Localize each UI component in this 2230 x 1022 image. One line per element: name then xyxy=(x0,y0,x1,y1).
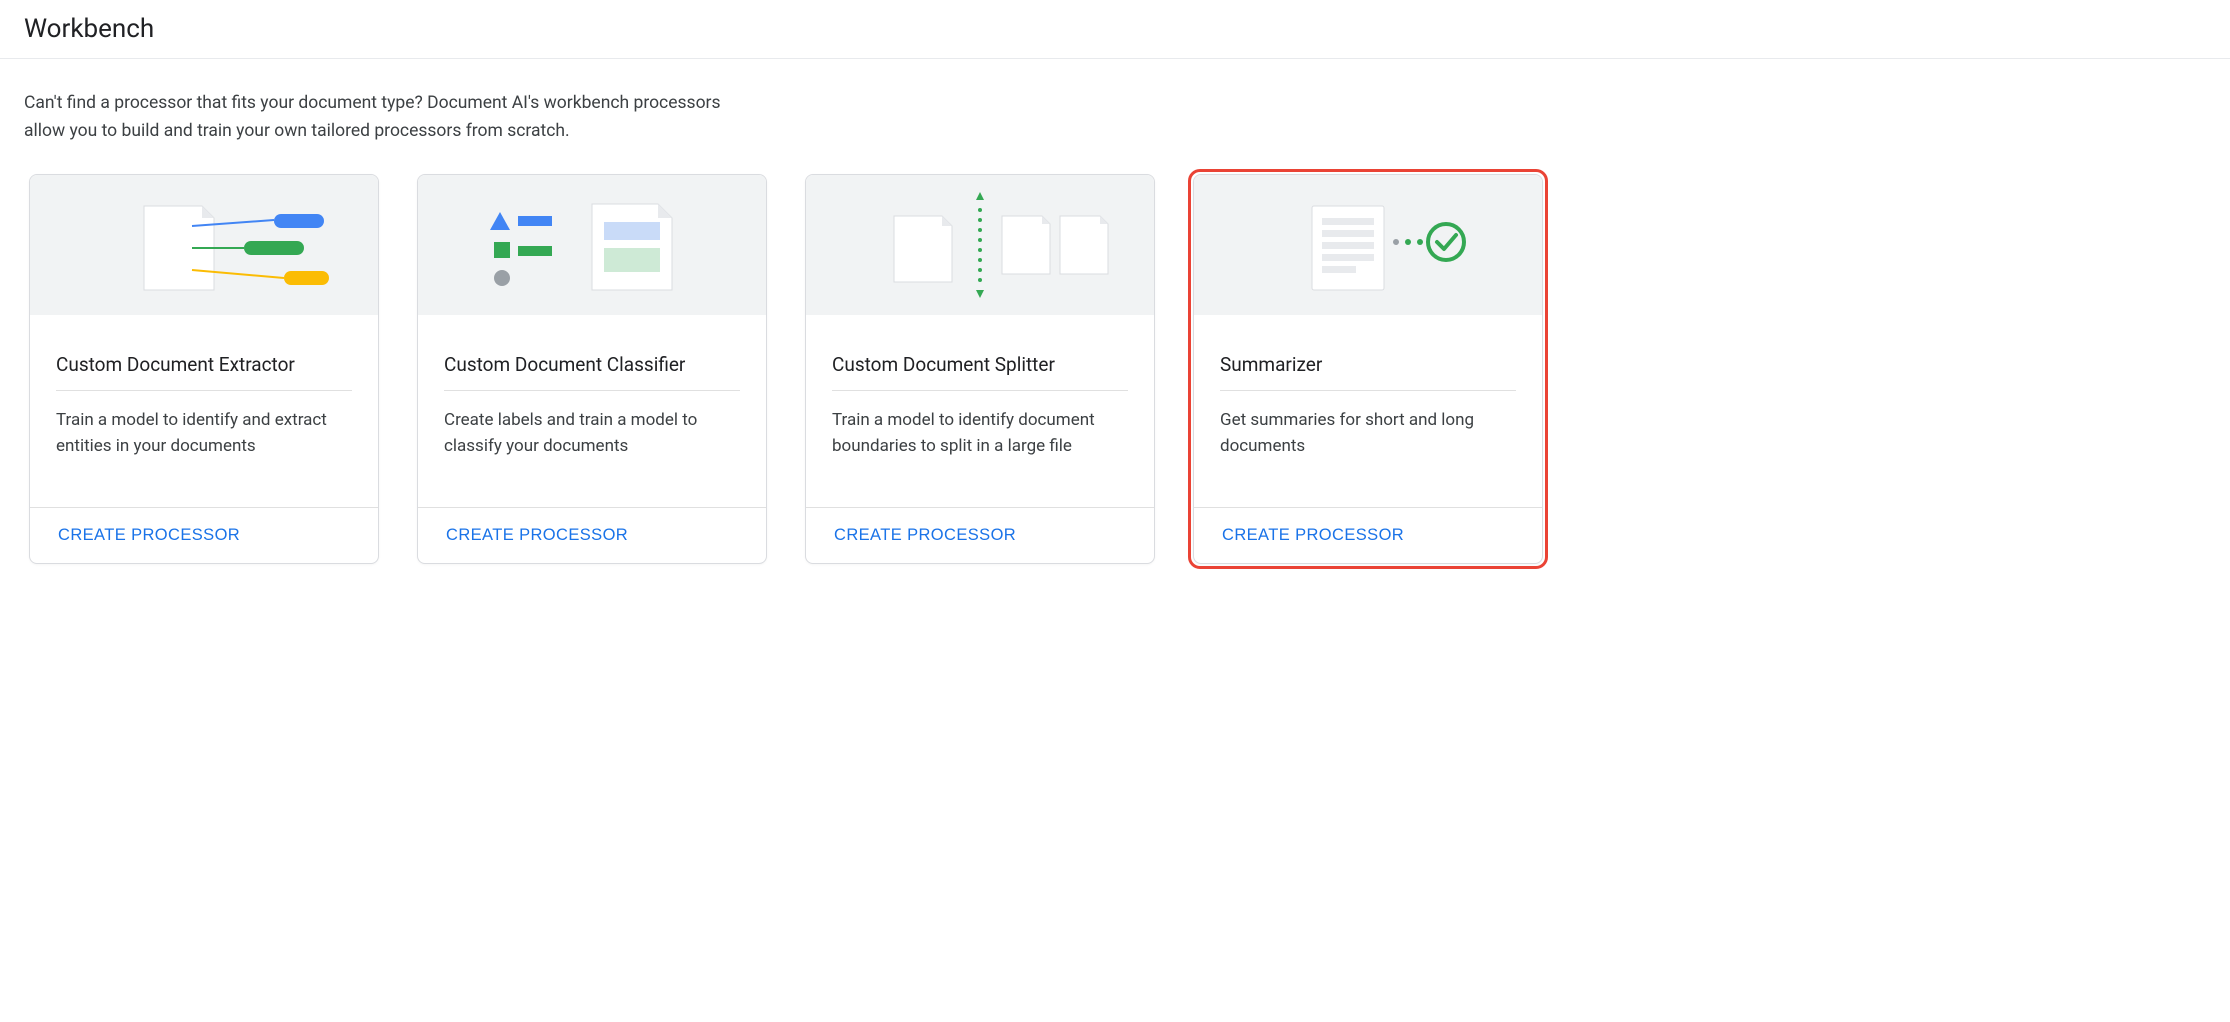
document-classifier-icon xyxy=(472,190,712,300)
card-hero-extractor xyxy=(30,175,378,315)
create-processor-button[interactable]: CREATE PROCESSOR xyxy=(56,522,242,549)
card-hero-summarizer xyxy=(1194,175,1542,315)
main-content: Can't find a processor that fits your do… xyxy=(0,59,2230,593)
card-wrap-summarizer: Summarizer Get summaries for short and l… xyxy=(1188,169,1548,569)
card-desc: Get summaries for short and long documen… xyxy=(1220,407,1516,487)
card-desc: Train a model to identify document bound… xyxy=(832,407,1128,487)
create-processor-button[interactable]: CREATE PROCESSOR xyxy=(832,522,1018,549)
card-desc: Create labels and train a model to class… xyxy=(444,407,740,487)
intro-text: Can't find a processor that fits your do… xyxy=(24,89,724,145)
divider xyxy=(56,390,352,391)
card-title: Custom Document Splitter xyxy=(832,353,1128,376)
card-title: Custom Document Extractor xyxy=(56,353,352,376)
summarizer-icon xyxy=(1258,190,1478,300)
cards-row: Custom Document Extractor Train a model … xyxy=(24,169,2206,569)
card-summarizer: Summarizer Get summaries for short and l… xyxy=(1193,174,1543,564)
page-title: Workbench xyxy=(24,14,2206,44)
card-hero-splitter xyxy=(806,175,1154,315)
card-wrap-classifier: Custom Document Classifier Create labels… xyxy=(412,169,772,569)
card-splitter: Custom Document Splitter Train a model t… xyxy=(805,174,1155,564)
card-title: Summarizer xyxy=(1220,353,1516,376)
card-desc: Train a model to identify and extract en… xyxy=(56,407,352,487)
document-splitter-icon xyxy=(850,190,1110,300)
page-header: Workbench xyxy=(0,0,2230,59)
divider xyxy=(444,390,740,391)
card-classifier: Custom Document Classifier Create labels… xyxy=(417,174,767,564)
document-extractor-icon xyxy=(74,190,334,300)
card-title: Custom Document Classifier xyxy=(444,353,740,376)
card-extractor: Custom Document Extractor Train a model … xyxy=(29,174,379,564)
create-processor-button[interactable]: CREATE PROCESSOR xyxy=(444,522,630,549)
card-hero-classifier xyxy=(418,175,766,315)
create-processor-button[interactable]: CREATE PROCESSOR xyxy=(1220,522,1406,549)
card-wrap-splitter: Custom Document Splitter Train a model t… xyxy=(800,169,1160,569)
card-wrap-extractor: Custom Document Extractor Train a model … xyxy=(24,169,384,569)
divider xyxy=(832,390,1128,391)
divider xyxy=(1220,390,1516,391)
